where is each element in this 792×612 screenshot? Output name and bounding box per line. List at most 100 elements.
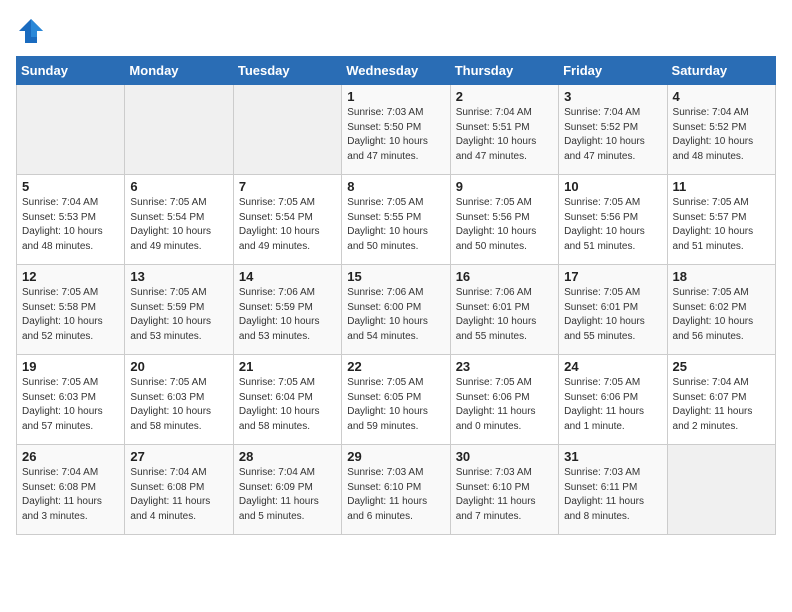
day-number: 9 xyxy=(456,179,553,194)
day-number: 20 xyxy=(130,359,227,374)
day-info: Sunrise: 7:06 AMSunset: 6:01 PMDaylight:… xyxy=(456,286,553,344)
day-number: 28 xyxy=(239,449,336,464)
logo xyxy=(16,16,50,46)
table-cell: 30 Sunrise: 7:03 AMSunset: 6:10 PMDayligh… xyxy=(450,445,558,535)
table-cell: 8 Sunrise: 7:05 AMSunset: 5:55 PMDaylight… xyxy=(342,175,450,265)
week-row-2: 5 Sunrise: 7:04 AMSunset: 5:53 PMDaylight… xyxy=(17,175,776,265)
day-info: Sunrise: 7:05 AMSunset: 5:59 PMDaylight:… xyxy=(130,286,227,344)
page-header xyxy=(16,16,776,46)
day-info: Sunrise: 7:03 AMSunset: 6:10 PMDaylight:… xyxy=(456,466,553,524)
table-cell: 18 Sunrise: 7:05 AMSunset: 6:02 PMDayligh… xyxy=(667,265,775,355)
day-number: 16 xyxy=(456,269,553,284)
day-info: Sunrise: 7:05 AMSunset: 6:03 PMDaylight:… xyxy=(22,376,119,434)
day-info: Sunrise: 7:05 AMSunset: 5:54 PMDaylight:… xyxy=(239,196,336,254)
day-info: Sunrise: 7:05 AMSunset: 6:01 PMDaylight:… xyxy=(564,286,661,344)
header-saturday: Saturday xyxy=(667,57,775,85)
table-cell: 7 Sunrise: 7:05 AMSunset: 5:54 PMDaylight… xyxy=(233,175,341,265)
calendar-header-row: SundayMondayTuesdayWednesdayThursdayFrid… xyxy=(17,57,776,85)
table-cell xyxy=(667,445,775,535)
table-cell: 28 Sunrise: 7:04 AMSunset: 6:09 PMDayligh… xyxy=(233,445,341,535)
day-number: 8 xyxy=(347,179,444,194)
table-cell: 10 Sunrise: 7:05 AMSunset: 5:56 PMDayligh… xyxy=(559,175,667,265)
table-cell: 3Sunrise: 7:04 AMSunset: 5:52 PMDaylight… xyxy=(559,85,667,175)
table-cell: 16 Sunrise: 7:06 AMSunset: 6:01 PMDayligh… xyxy=(450,265,558,355)
day-info: Sunrise: 7:05 AMSunset: 6:06 PMDaylight:… xyxy=(564,376,661,434)
table-cell: 26 Sunrise: 7:04 AMSunset: 6:08 PMDayligh… xyxy=(17,445,125,535)
table-cell: 4 Sunrise: 7:04 AMSunset: 5:52 PMDaylight… xyxy=(667,85,775,175)
header-thursday: Thursday xyxy=(450,57,558,85)
day-info: Sunrise: 7:03 AMSunset: 6:11 PMDaylight:… xyxy=(564,466,661,524)
week-row-4: 19 Sunrise: 7:05 AMSunset: 6:03 PMDayligh… xyxy=(17,355,776,445)
day-number: 5 xyxy=(22,179,119,194)
table-cell: 1 Sunrise: 7:03 AMSunset: 5:50 PMDaylight… xyxy=(342,85,450,175)
day-info: Sunrise: 7:04 AMSunset: 5:53 PMDaylight:… xyxy=(22,196,119,254)
table-cell: 29Sunrise: 7:03 AMSunset: 6:10 PMDayligh… xyxy=(342,445,450,535)
header-friday: Friday xyxy=(559,57,667,85)
day-number: 27 xyxy=(130,449,227,464)
day-info: Sunrise: 7:05 AMSunset: 6:05 PMDaylight:… xyxy=(347,376,444,434)
header-sunday: Sunday xyxy=(17,57,125,85)
day-info: Sunrise: 7:04 AMSunset: 6:08 PMDaylight:… xyxy=(130,466,227,524)
header-wednesday: Wednesday xyxy=(342,57,450,85)
day-info: Sunrise: 7:03 AMSunset: 5:50 PMDaylight:… xyxy=(347,106,444,164)
day-number: 30 xyxy=(456,449,553,464)
day-info: Sunrise: 7:04 AMSunset: 6:08 PMDaylight:… xyxy=(22,466,119,524)
day-number: 1 xyxy=(347,89,444,104)
day-number: 11 xyxy=(673,179,770,194)
day-info: Sunrise: 7:04 AMSunset: 6:09 PMDaylight:… xyxy=(239,466,336,524)
day-info: Sunrise: 7:04 AMSunset: 5:51 PMDaylight:… xyxy=(456,106,553,164)
table-cell: 6Sunrise: 7:05 AMSunset: 5:54 PMDaylight… xyxy=(125,175,233,265)
day-number: 17 xyxy=(564,269,661,284)
table-cell: 17 Sunrise: 7:05 AMSunset: 6:01 PMDayligh… xyxy=(559,265,667,355)
table-cell: 25Sunrise: 7:04 AMSunset: 6:07 PMDayligh… xyxy=(667,355,775,445)
day-number: 12 xyxy=(22,269,119,284)
day-number: 3 xyxy=(564,89,661,104)
day-info: Sunrise: 7:05 AMSunset: 5:57 PMDaylight:… xyxy=(673,196,770,254)
table-cell: 2 Sunrise: 7:04 AMSunset: 5:51 PMDaylight… xyxy=(450,85,558,175)
day-number: 23 xyxy=(456,359,553,374)
table-cell: 22Sunrise: 7:05 AMSunset: 6:05 PMDayligh… xyxy=(342,355,450,445)
table-cell: 13 Sunrise: 7:05 AMSunset: 5:59 PMDayligh… xyxy=(125,265,233,355)
day-info: Sunrise: 7:05 AMSunset: 5:55 PMDaylight:… xyxy=(347,196,444,254)
day-info: Sunrise: 7:05 AMSunset: 6:03 PMDaylight:… xyxy=(130,376,227,434)
table-cell: 15 Sunrise: 7:06 AMSunset: 6:00 PMDayligh… xyxy=(342,265,450,355)
table-cell xyxy=(125,85,233,175)
header-monday: Monday xyxy=(125,57,233,85)
table-cell: 31 Sunrise: 7:03 AMSunset: 6:11 PMDayligh… xyxy=(559,445,667,535)
logo-icon xyxy=(16,16,46,46)
table-cell: 24 Sunrise: 7:05 AMSunset: 6:06 PMDayligh… xyxy=(559,355,667,445)
week-row-1: 1 Sunrise: 7:03 AMSunset: 5:50 PMDaylight… xyxy=(17,85,776,175)
day-info: Sunrise: 7:03 AMSunset: 6:10 PMDaylight:… xyxy=(347,466,444,524)
table-cell xyxy=(233,85,341,175)
table-cell: 9Sunrise: 7:05 AMSunset: 5:56 PMDaylight… xyxy=(450,175,558,265)
day-number: 15 xyxy=(347,269,444,284)
day-info: Sunrise: 7:04 AMSunset: 5:52 PMDaylight:… xyxy=(673,106,770,164)
day-number: 2 xyxy=(456,89,553,104)
calendar-table: SundayMondayTuesdayWednesdayThursdayFrid… xyxy=(16,56,776,535)
table-cell: 23 Sunrise: 7:05 AMSunset: 6:06 PMDayligh… xyxy=(450,355,558,445)
table-cell: 19 Sunrise: 7:05 AMSunset: 6:03 PMDayligh… xyxy=(17,355,125,445)
table-cell: 21 Sunrise: 7:05 AMSunset: 6:04 PMDayligh… xyxy=(233,355,341,445)
day-number: 14 xyxy=(239,269,336,284)
table-cell: 5 Sunrise: 7:04 AMSunset: 5:53 PMDaylight… xyxy=(17,175,125,265)
week-row-5: 26 Sunrise: 7:04 AMSunset: 6:08 PMDayligh… xyxy=(17,445,776,535)
day-number: 10 xyxy=(564,179,661,194)
day-info: Sunrise: 7:05 AMSunset: 5:56 PMDaylight:… xyxy=(564,196,661,254)
day-number: 13 xyxy=(130,269,227,284)
day-info: Sunrise: 7:05 AMSunset: 6:02 PMDaylight:… xyxy=(673,286,770,344)
table-cell: 12Sunrise: 7:05 AMSunset: 5:58 PMDayligh… xyxy=(17,265,125,355)
day-number: 26 xyxy=(22,449,119,464)
day-number: 4 xyxy=(673,89,770,104)
table-cell: 11 Sunrise: 7:05 AMSunset: 5:57 PMDayligh… xyxy=(667,175,775,265)
day-number: 21 xyxy=(239,359,336,374)
day-number: 7 xyxy=(239,179,336,194)
day-info: Sunrise: 7:05 AMSunset: 6:06 PMDaylight:… xyxy=(456,376,553,434)
day-number: 31 xyxy=(564,449,661,464)
day-number: 19 xyxy=(22,359,119,374)
day-number: 24 xyxy=(564,359,661,374)
day-info: Sunrise: 7:05 AMSunset: 6:04 PMDaylight:… xyxy=(239,376,336,434)
table-cell: 14Sunrise: 7:06 AMSunset: 5:59 PMDayligh… xyxy=(233,265,341,355)
week-row-3: 12Sunrise: 7:05 AMSunset: 5:58 PMDayligh… xyxy=(17,265,776,355)
day-number: 18 xyxy=(673,269,770,284)
day-info: Sunrise: 7:06 AMSunset: 6:00 PMDaylight:… xyxy=(347,286,444,344)
